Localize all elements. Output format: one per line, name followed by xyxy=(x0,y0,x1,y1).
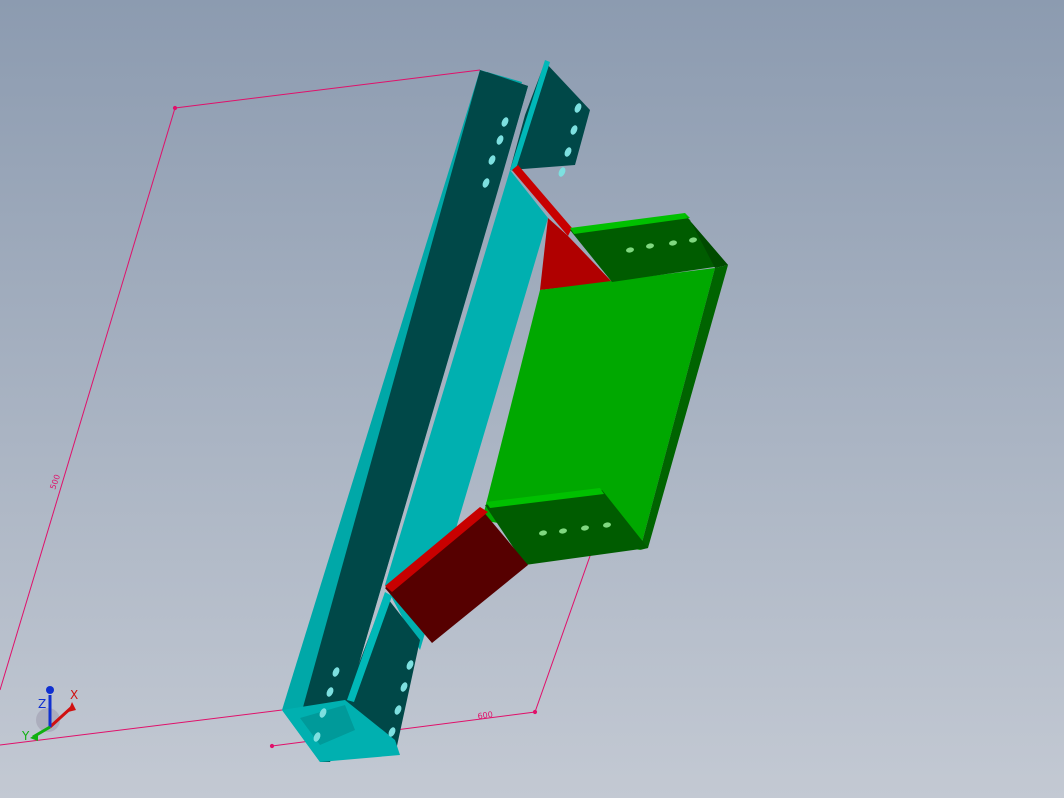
triad-y-label: Y xyxy=(21,729,30,743)
graphics-viewport[interactable]: 500 600 X Z Y xyxy=(0,0,1064,798)
triad-z-arrowhead xyxy=(46,686,54,694)
sketch-point xyxy=(532,709,538,715)
model-canvas[interactable]: 500 600 X Z Y xyxy=(0,0,1064,798)
sketch-point xyxy=(172,105,178,111)
triad-z-label: Z xyxy=(38,697,46,711)
triad-x-label: X xyxy=(70,688,78,702)
sketch-point xyxy=(269,743,275,749)
